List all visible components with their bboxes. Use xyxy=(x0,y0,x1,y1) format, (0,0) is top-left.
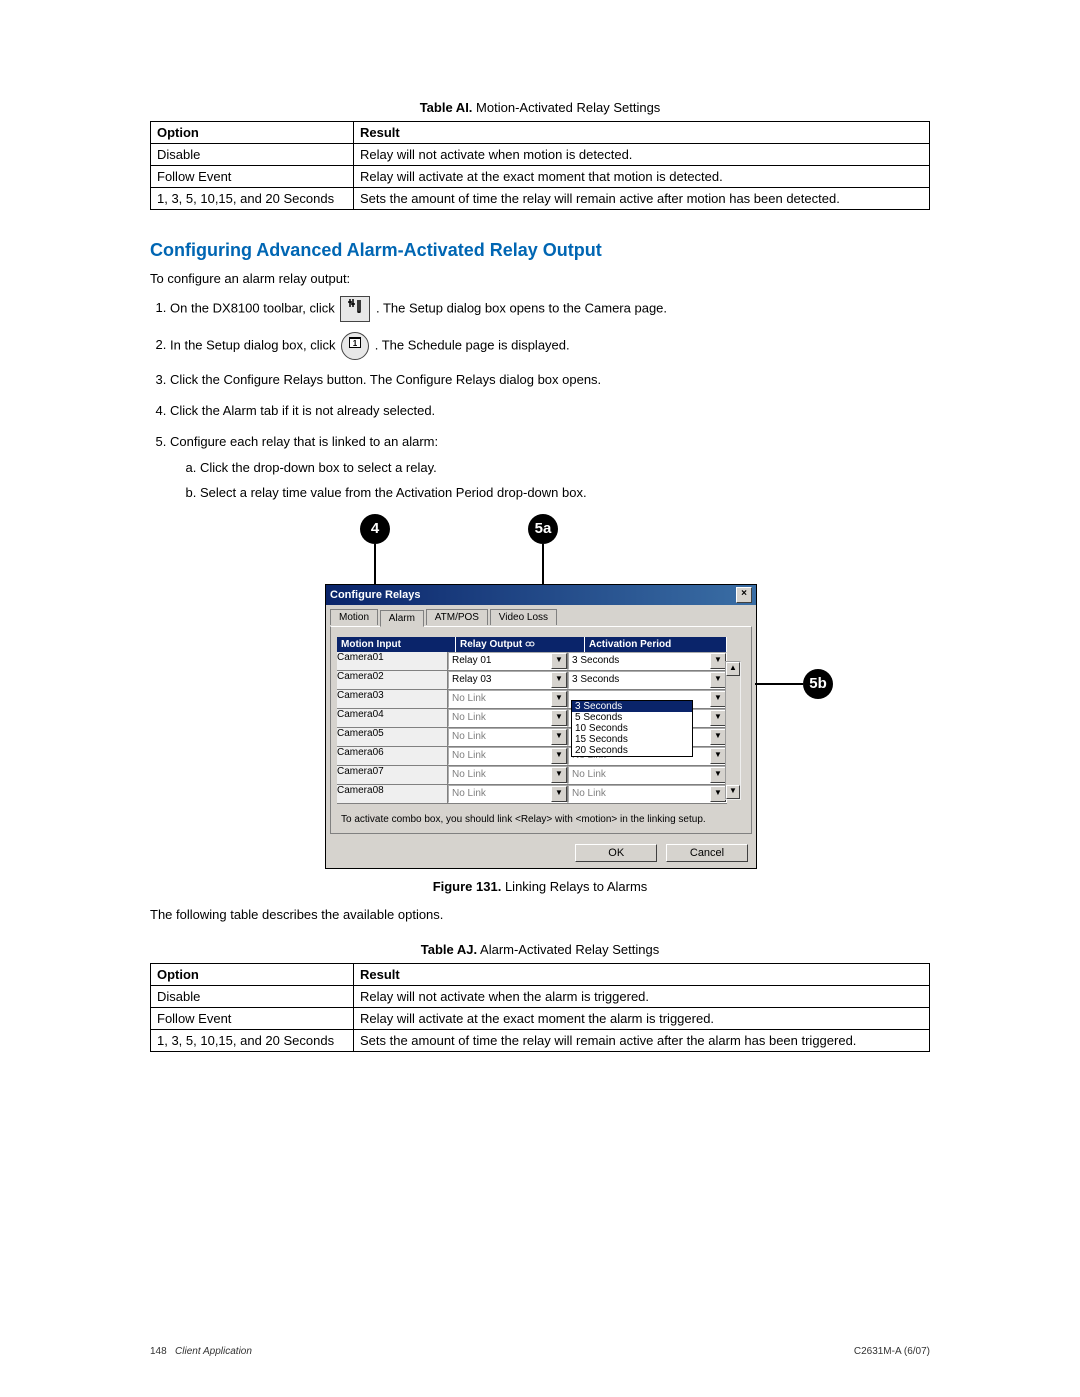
table-aj: Option Result DisableRelay will not acti… xyxy=(150,963,930,1052)
table-row: Camera08No Link▼No Link▼ xyxy=(337,785,727,804)
intro-text: To configure an alarm relay output: xyxy=(150,271,930,286)
callout-5a: 5a xyxy=(528,514,558,544)
grid-scrollbar[interactable]: ▲ ▼ xyxy=(725,661,741,800)
ok-button[interactable]: OK xyxy=(575,844,657,862)
page-footer: 148 Client Application C2631M-A (6/07) xyxy=(150,1346,930,1357)
configure-relays-dialog: Configure Relays × Motion Alarm ATM/POS … xyxy=(325,584,757,869)
table-ai-caption-text: Motion-Activated Relay Settings xyxy=(476,100,660,115)
table-row: Follow EventRelay will activate at the e… xyxy=(151,166,930,188)
step-1: On the DX8100 toolbar, click . The Setup… xyxy=(170,296,930,322)
table-row: DisableRelay will not activate when moti… xyxy=(151,144,930,166)
chevron-down-icon[interactable]: ▼ xyxy=(551,786,567,802)
motion-input-cell: Camera04 xyxy=(337,709,448,727)
motion-input-cell: Camera07 xyxy=(337,766,448,784)
chevron-down-icon[interactable]: ▼ xyxy=(551,729,567,745)
chevron-down-icon[interactable]: ▼ xyxy=(551,748,567,764)
callout-4: 4 xyxy=(360,514,390,544)
activation-period-combo[interactable]: No Link▼ xyxy=(568,766,727,784)
cancel-button[interactable]: Cancel xyxy=(666,844,748,862)
section-heading: Configuring Advanced Alarm-Activated Rel… xyxy=(150,240,930,261)
motion-input-cell: Camera03 xyxy=(337,690,448,708)
table-ai: Option Result DisableRelay will not acti… xyxy=(150,121,930,210)
after-figure-text: The following table describes the availa… xyxy=(150,907,930,922)
dialog-titlebar: Configure Relays × xyxy=(326,585,756,605)
motion-input-cell: Camera06 xyxy=(337,747,448,765)
activation-period-combo[interactable]: 3 Seconds▼ xyxy=(568,671,727,689)
tab-row: Motion Alarm ATM/POS Video Loss xyxy=(326,605,756,626)
table-row: Camera01Relay 01▼3 Seconds▼ xyxy=(337,652,727,671)
dialog-title: Configure Relays xyxy=(330,589,420,601)
table-ai-header-option: Option xyxy=(151,122,354,144)
table-aj-caption: Table AJ. Alarm-Activated Relay Settings xyxy=(150,942,930,957)
setup-toolbar-icon xyxy=(340,296,370,322)
tab-atmpos[interactable]: ATM/POS xyxy=(426,609,488,625)
table-row: DisableRelay will not activate when the … xyxy=(151,985,930,1007)
step-3: Click the Configure Relays button. The C… xyxy=(170,370,930,391)
relay-output-combo[interactable]: No Link▼ xyxy=(448,747,568,765)
chevron-down-icon[interactable]: ▼ xyxy=(551,653,567,669)
scroll-down-icon[interactable]: ▼ xyxy=(726,785,740,799)
steps-list: On the DX8100 toolbar, click . The Setup… xyxy=(170,296,930,504)
table-row: Camera07No Link▼No Link▼ xyxy=(337,766,727,785)
grid-header: Motion Input Relay Output Activation Per… xyxy=(337,637,727,652)
tab-pane: Motion Input Relay Output Activation Per… xyxy=(330,626,752,834)
chevron-down-icon[interactable]: ▼ xyxy=(551,710,567,726)
chevron-down-icon[interactable]: ▼ xyxy=(710,653,726,669)
step-4: Click the Alarm tab if it is not already… xyxy=(170,401,930,422)
table-ai-header-result: Result xyxy=(354,122,930,144)
motion-input-cell: Camera08 xyxy=(337,785,448,803)
figure-caption: Figure 131. Linking Relays to Alarms xyxy=(150,879,930,894)
activation-period-combo[interactable]: No Link▼ xyxy=(568,785,727,803)
chevron-down-icon[interactable]: ▼ xyxy=(710,786,726,802)
chevron-down-icon[interactable]: ▼ xyxy=(710,767,726,783)
table-row: Follow EventRelay will activate at the e… xyxy=(151,1007,930,1029)
chevron-down-icon[interactable]: ▼ xyxy=(551,691,567,707)
tab-videoloss[interactable]: Video Loss xyxy=(490,609,557,625)
chevron-down-icon[interactable]: ▼ xyxy=(710,691,726,707)
chevron-down-icon[interactable]: ▼ xyxy=(710,672,726,688)
dialog-hint: To activate combo box, you should link <… xyxy=(337,804,745,827)
relay-output-combo[interactable]: No Link▼ xyxy=(448,690,568,708)
chevron-down-icon[interactable]: ▼ xyxy=(551,767,567,783)
relay-output-combo[interactable]: No Link▼ xyxy=(448,785,568,803)
step-2: In the Setup dialog box, click 1 . The S… xyxy=(170,332,930,360)
tab-alarm[interactable]: Alarm xyxy=(380,610,424,627)
relay-output-combo[interactable]: No Link▼ xyxy=(448,709,568,727)
chevron-down-icon[interactable]: ▼ xyxy=(551,672,567,688)
table-ai-caption-prefix: Table AI. xyxy=(420,100,473,115)
relay-output-combo[interactable]: No Link▼ xyxy=(448,728,568,746)
schedule-icon: 1 xyxy=(341,332,369,360)
step-5a: Click the drop-down box to select a rela… xyxy=(200,458,930,479)
activation-dropdown-open[interactable]: 3 Seconds 5 Seconds 10 Seconds 15 Second… xyxy=(571,700,693,757)
svg-text:1: 1 xyxy=(353,339,358,348)
chevron-down-icon[interactable]: ▼ xyxy=(710,729,726,745)
relay-output-combo[interactable]: No Link▼ xyxy=(448,766,568,784)
activation-period-combo[interactable]: 3 Seconds▼ xyxy=(568,652,727,670)
step-5b: Select a relay time value from the Activ… xyxy=(200,483,930,504)
close-icon[interactable]: × xyxy=(736,587,752,603)
table-row: Camera02Relay 03▼3 Seconds▼ xyxy=(337,671,727,690)
motion-input-cell: Camera01 xyxy=(337,652,448,670)
relay-output-combo[interactable]: Relay 03▼ xyxy=(448,671,568,689)
chevron-down-icon[interactable]: ▼ xyxy=(710,710,726,726)
table-row: 1, 3, 5, 10,15, and 20 SecondsSets the a… xyxy=(151,188,930,210)
table-row: 1, 3, 5, 10,15, and 20 SecondsSets the a… xyxy=(151,1029,930,1051)
step-5: Configure each relay that is linked to a… xyxy=(170,432,930,504)
motion-input-cell: Camera02 xyxy=(337,671,448,689)
link-icon xyxy=(525,639,535,649)
tab-motion[interactable]: Motion xyxy=(330,609,378,625)
relay-output-combo[interactable]: Relay 01▼ xyxy=(448,652,568,670)
chevron-down-icon[interactable]: ▼ xyxy=(710,748,726,764)
callout-5b: 5b xyxy=(803,669,833,699)
scroll-up-icon[interactable]: ▲ xyxy=(726,662,740,676)
motion-input-cell: Camera05 xyxy=(337,728,448,746)
table-ai-caption: Table AI. Motion-Activated Relay Setting… xyxy=(150,100,930,115)
